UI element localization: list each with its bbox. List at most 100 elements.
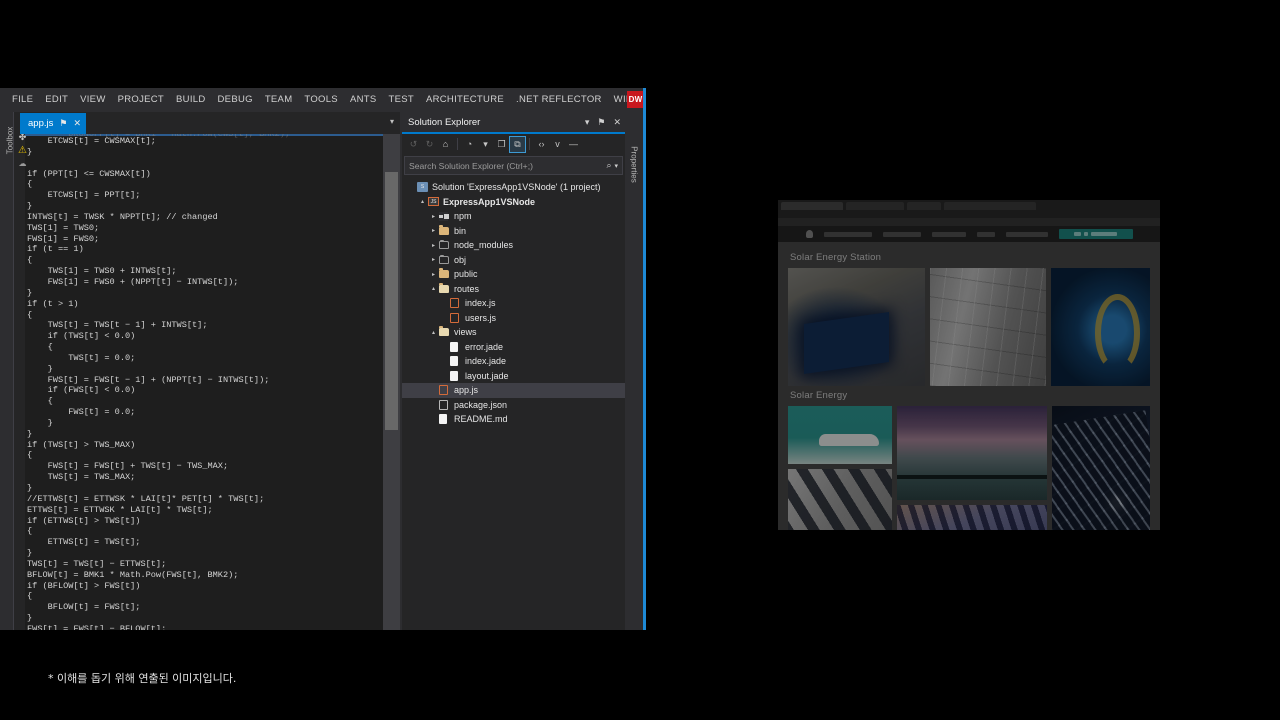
browser-tab[interactable] — [907, 202, 941, 210]
image-tile-solar-carport[interactable] — [788, 468, 892, 530]
tree-item-label: index.jade — [465, 356, 507, 367]
image-tile-ev-car-charging[interactable] — [788, 406, 892, 464]
menu-item-tools[interactable]: TOOLS — [298, 88, 344, 112]
cta-button[interactable] — [1058, 229, 1133, 239]
pending-changes-caret[interactable]: ▾ — [478, 137, 493, 152]
tree-item-app-js[interactable]: app.js — [402, 383, 625, 398]
tree-item-layout-jade[interactable]: layout.jade — [402, 369, 625, 384]
expander-icon[interactable]: ▴ — [428, 285, 439, 292]
editor-tab-bar: app.js ⚑ ✕ ▾ — [14, 112, 400, 134]
browser-window: Solar Energy Station Solar Energy — [778, 200, 1160, 530]
browser-address-bar[interactable] — [781, 219, 1157, 226]
collapse-all-icon[interactable]: — — [566, 137, 581, 152]
solution-tree[interactable]: S Solution 'ExpressApp1VSNode' (1 project… — [402, 180, 625, 427]
menu-item-team[interactable]: TEAM — [259, 88, 299, 112]
image-tile-ev-charger[interactable] — [1051, 268, 1150, 386]
pin-icon[interactable]: ⚑ — [59, 118, 67, 129]
nav-link[interactable] — [882, 231, 921, 237]
nav-link[interactable] — [976, 231, 995, 237]
menu-item-project[interactable]: PROJECT — [112, 88, 170, 112]
menu-item-debug[interactable]: DEBUG — [212, 88, 259, 112]
search-icon[interactable]: ⌕ — [606, 160, 611, 171]
image-tile-aerial-solar-farm[interactable] — [788, 268, 926, 386]
folder-icon — [439, 268, 452, 279]
tree-item-bin[interactable]: ▸ bin — [402, 224, 625, 239]
close-icon[interactable]: ✕ — [73, 118, 81, 129]
split-view-icon[interactable]: ✤ — [17, 134, 28, 142]
tree-item-label: Solution 'ExpressApp1VSNode' (1 project) — [432, 182, 601, 193]
tree-item-users-js[interactable]: users.js — [402, 311, 625, 326]
tree-item-node-modules[interactable]: ▸ node_modules — [402, 238, 625, 253]
doc-icon — [450, 356, 463, 367]
tree-item-readme-md[interactable]: README.md — [402, 412, 625, 427]
menu-item-build[interactable]: BUILD — [170, 88, 211, 112]
refresh-icon[interactable]: ⧉ — [509, 135, 526, 153]
properties-tab[interactable]: Properties — [625, 112, 643, 630]
tree-item-views[interactable]: ▴ views — [402, 325, 625, 340]
solution-explorer-search[interactable]: ⌕ ▾ — [404, 156, 623, 175]
tab-app-js[interactable]: app.js ⚑ ✕ — [20, 113, 86, 134]
browser-tab[interactable] — [781, 202, 843, 210]
menu-item-test[interactable]: TEST — [382, 88, 419, 112]
menu-item-view[interactable]: VIEW — [74, 88, 111, 112]
jsproject-icon: JS — [428, 197, 441, 207]
menu-item-edit[interactable]: EDIT — [39, 88, 74, 112]
browser-tab[interactable] — [846, 202, 904, 210]
tree-item-index-jade[interactable]: index.jade — [402, 354, 625, 369]
expander-icon[interactable]: ▸ — [428, 256, 439, 263]
site-logo-icon[interactable] — [805, 230, 813, 238]
show-all-files-icon[interactable]: ❐ — [494, 137, 509, 152]
view-code-icon[interactable]: ‹› — [534, 137, 549, 152]
panel-dropdown-icon[interactable]: ▾ — [581, 117, 594, 128]
home-icon[interactable]: ⌂ — [438, 137, 453, 152]
code-text[interactable]: ETCWS[t] = CWSMAX[t]; } if (PPT[t] <= CW… — [27, 136, 383, 630]
warning-icon[interactable]: ⚠ — [17, 146, 28, 156]
tree-item-label: ExpressApp1VSNode — [443, 196, 536, 207]
nav-link[interactable] — [1005, 231, 1048, 237]
npm-icon — [439, 211, 452, 221]
editor-scrollbar-thumb[interactable] — [385, 172, 398, 430]
properties-icon[interactable]: ᴠ — [550, 137, 565, 152]
search-options-caret[interactable]: ▾ — [614, 162, 618, 170]
chevron-down-icon[interactable]: ▾ — [390, 117, 394, 126]
expander-icon[interactable]: ▸ — [428, 213, 439, 220]
tree-item-index-js[interactable]: index.js — [402, 296, 625, 311]
editor-scrollbar[interactable] — [383, 134, 400, 630]
panel-close-icon[interactable]: ✕ — [609, 117, 625, 128]
menu-item-ants[interactable]: ANTS — [344, 88, 383, 112]
expander-icon[interactable]: ▴ — [428, 329, 439, 336]
image-tile-solar-panel-closeup[interactable] — [930, 268, 1047, 386]
tree-item-package-json[interactable]: package.json — [402, 398, 625, 413]
image-tile-solar-array[interactable] — [896, 504, 1047, 530]
folder-open-icon — [439, 282, 452, 293]
cloud-icon[interactable]: ☁ — [17, 160, 28, 168]
browser-tab[interactable] — [944, 202, 1036, 210]
nav-link[interactable] — [823, 231, 872, 237]
tree-item-expressapp1vsnode[interactable]: ▴ JS ExpressApp1VSNode — [402, 195, 625, 210]
pending-changes-icon[interactable]: ◔ — [462, 137, 477, 152]
expander-icon[interactable]: ▴ — [417, 198, 428, 205]
tree-item-obj[interactable]: ▸ obj — [402, 253, 625, 268]
solution-icon: S — [417, 182, 430, 193]
expander-icon[interactable]: ▸ — [428, 271, 439, 278]
menu-item-net-reflector[interactable]: .NET REFLECTOR — [510, 88, 608, 112]
search-input[interactable] — [409, 160, 607, 171]
panel-pin-icon[interactable]: ⚑ — [593, 117, 609, 128]
tree-item-error-jade[interactable]: error.jade — [402, 340, 625, 355]
tree-item-routes[interactable]: ▴ routes — [402, 282, 625, 297]
expander-icon[interactable]: ▸ — [428, 227, 439, 234]
menu-item-file[interactable]: FILE — [6, 88, 39, 112]
nav-link[interactable] — [931, 231, 966, 237]
tree-item-solution-expressapp1vsnode-1-project[interactable]: S Solution 'ExpressApp1VSNode' (1 project… — [402, 180, 625, 195]
toolbar-separator — [529, 138, 530, 150]
image-tile-panel-sunlight[interactable] — [1051, 406, 1151, 530]
code-editor[interactable]: DRUNOFF[t] = BMK1 * Math.Pow(CWS[t], BMK… — [14, 134, 400, 630]
menu-item-architecture[interactable]: ARCHITECTURE — [420, 88, 510, 112]
expander-icon[interactable]: ▸ — [428, 242, 439, 249]
toolbox-strip[interactable]: Toolbox — [0, 112, 15, 630]
image-tile-pier-sunset[interactable] — [896, 406, 1047, 500]
solution-explorer-title: Solution Explorer — [408, 116, 481, 128]
user-badge[interactable]: DW — [627, 91, 644, 108]
tree-item-npm[interactable]: ▸ npm — [402, 209, 625, 224]
tree-item-public[interactable]: ▸ public — [402, 267, 625, 282]
